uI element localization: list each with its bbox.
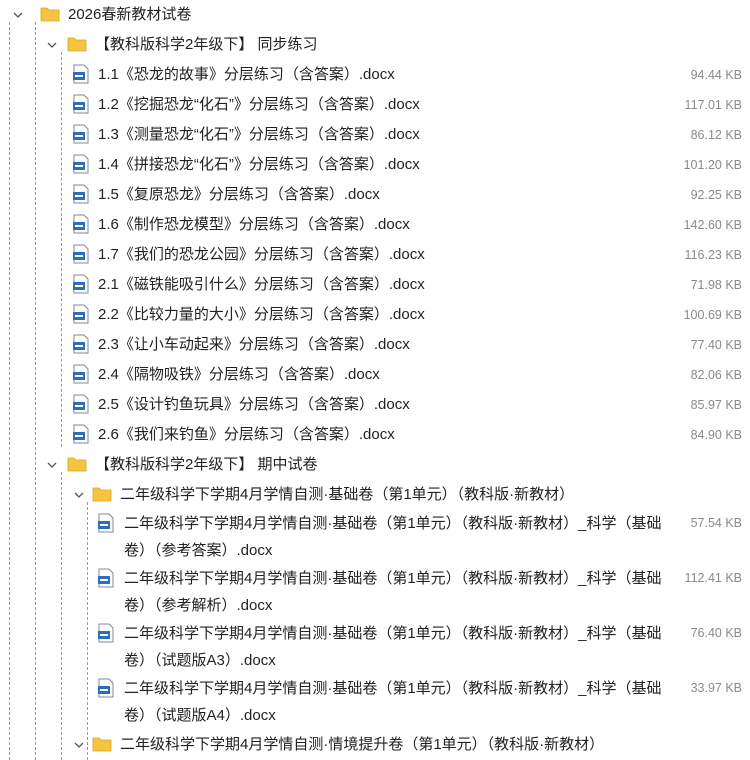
- file-size: 116.23 KB: [684, 248, 742, 262]
- file-name-line2: 卷）（参考解析）.docx: [124, 597, 273, 614]
- file-name-line1: 二年级科学下学期4月学情自测·基础卷（第1单元）（教科版·新教材）_科学（基础: [124, 625, 662, 642]
- word-doc-icon: [72, 334, 90, 354]
- tree-node-label: 二年级科学下学期4月学情自测·情境提升卷（第1单元）（教科版·新教材）: [120, 736, 605, 753]
- file-row[interactable]: 1.3《测量恐龙“化石”》分层练习（含答案）.docx 86.12 KB: [0, 120, 750, 150]
- tree-node-root[interactable]: 2026春新教材试卷: [0, 0, 750, 30]
- tree-node-folder-sync[interactable]: 【教科版科学2年级下】 同步练习: [0, 30, 750, 60]
- word-doc-icon: [72, 394, 90, 414]
- file-name: 2.4《隔物吸铁》分层练习（含答案）.docx: [98, 366, 380, 383]
- word-doc-icon: [72, 214, 90, 234]
- file-size: 85.97 KB: [690, 398, 742, 412]
- file-name: 1.1《恐龙的故事》分层练习（含答案）.docx: [98, 66, 395, 83]
- chevron-down-icon[interactable]: [73, 489, 85, 501]
- folder-icon: [92, 736, 112, 752]
- chevron-down-icon[interactable]: [46, 39, 58, 51]
- word-doc-icon: [72, 94, 90, 114]
- word-doc-icon: [72, 244, 90, 264]
- file-name: 二年级科学下学期4月学情自测·基础卷（第1单元）（教科版·新教材）_科学（基础卷…: [124, 620, 669, 674]
- file-name: 2.3《让小车动起来》分层练习（含答案）.docx: [98, 336, 410, 353]
- file-size: 117.01 KB: [684, 98, 742, 112]
- word-doc-icon: [72, 274, 90, 294]
- folder-icon: [67, 36, 87, 52]
- file-size: 33.97 KB: [690, 681, 742, 695]
- file-row[interactable]: 2.4《隔物吸铁》分层练习（含答案）.docx 82.06 KB: [0, 360, 750, 390]
- file-size: 77.40 KB: [690, 338, 742, 352]
- file-size: 92.25 KB: [690, 188, 742, 202]
- word-doc-icon: [72, 184, 90, 204]
- file-name-line2: 卷）（参考答案）.docx: [124, 542, 273, 559]
- file-size: 86.12 KB: [690, 128, 742, 142]
- file-name-line2: 卷）（试题版A3）.docx: [124, 652, 276, 669]
- file-name: 2.1《磁铁能吸引什么》分层练习（含答案）.docx: [98, 276, 425, 293]
- file-name-line1: 二年级科学下学期4月学情自测·基础卷（第1单元）（教科版·新教材）_科学（基础: [124, 515, 662, 532]
- file-name: 1.3《测量恐龙“化石”》分层练习（含答案）.docx: [98, 126, 420, 143]
- file-row[interactable]: 2.1《磁铁能吸引什么》分层练习（含答案）.docx 71.98 KB: [0, 270, 750, 300]
- file-row[interactable]: 2.5《设计钓鱼玩具》分层练习（含答案）.docx 85.97 KB: [0, 390, 750, 420]
- file-row[interactable]: 二年级科学下学期4月学情自测·基础卷（第1单元）（教科版·新教材）_科学（基础卷…: [0, 675, 750, 730]
- chevron-down-icon[interactable]: [73, 739, 85, 751]
- file-size: 112.41 KB: [684, 571, 742, 585]
- file-size: 71.98 KB: [690, 278, 742, 292]
- file-row[interactable]: 1.5《复原恐龙》分层练习（含答案）.docx 92.25 KB: [0, 180, 750, 210]
- file-size: 84.90 KB: [690, 428, 742, 442]
- word-doc-icon: [72, 154, 90, 174]
- tree-node-folder-midterm[interactable]: 【教科版科学2年级下】 期中试卷: [0, 450, 750, 480]
- file-size: 94.44 KB: [690, 68, 742, 82]
- file-name: 2.5《设计钓鱼玩具》分层练习（含答案）.docx: [98, 396, 410, 413]
- folder-icon: [92, 486, 112, 502]
- word-doc-icon: [72, 424, 90, 444]
- tree-node-label: 二年级科学下学期4月学情自测·基础卷（第1单元）（教科版·新教材）: [120, 486, 575, 503]
- tree-node-subfolder-context[interactable]: 二年级科学下学期4月学情自测·情境提升卷（第1单元）（教科版·新教材）: [0, 730, 750, 760]
- file-name-line1: 二年级科学下学期4月学情自测·基础卷（第1单元）（教科版·新教材）_科学（基础: [124, 570, 662, 587]
- file-size: 82.06 KB: [690, 368, 742, 382]
- file-row[interactable]: 1.7《我们的恐龙公园》分层练习（含答案）.docx 116.23 KB: [0, 240, 750, 270]
- file-size: 57.54 KB: [690, 516, 742, 530]
- folder-icon: [40, 6, 60, 22]
- file-name: 2.6《我们来钓鱼》分层练习（含答案）.docx: [98, 426, 395, 443]
- file-row[interactable]: 1.1《恐龙的故事》分层练习（含答案）.docx 94.44 KB: [0, 60, 750, 90]
- word-doc-icon: [72, 364, 90, 384]
- file-name: 1.4《拼接恐龙“化石”》分层练习（含答案）.docx: [98, 156, 420, 173]
- file-name: 二年级科学下学期4月学情自测·基础卷（第1单元）（教科版·新教材）_科学（基础卷…: [124, 675, 669, 729]
- file-row[interactable]: 2.2《比较力量的大小》分层练习（含答案）.docx 100.69 KB: [0, 300, 750, 330]
- file-row[interactable]: 2.3《让小车动起来》分层练习（含答案）.docx 77.40 KB: [0, 330, 750, 360]
- word-doc-icon: [72, 64, 90, 84]
- file-size: 76.40 KB: [690, 626, 742, 640]
- word-doc-icon: [97, 513, 115, 533]
- file-size: 142.60 KB: [683, 218, 742, 232]
- tree-node-subfolder-basic[interactable]: 二年级科学下学期4月学情自测·基础卷（第1单元）（教科版·新教材）: [0, 480, 750, 510]
- word-doc-icon: [97, 623, 115, 643]
- chevron-down-icon[interactable]: [12, 9, 24, 21]
- file-size: 100.69 KB: [683, 308, 742, 322]
- file-name: 二年级科学下学期4月学情自测·基础卷（第1单元）（教科版·新教材）_科学（基础卷…: [124, 510, 669, 564]
- word-doc-icon: [97, 678, 115, 698]
- file-row[interactable]: 二年级科学下学期4月学情自测·基础卷（第1单元）（教科版·新教材）_科学（基础卷…: [0, 620, 750, 675]
- word-doc-icon: [97, 568, 115, 588]
- file-row[interactable]: 2.6《我们来钓鱼》分层练习（含答案）.docx 84.90 KB: [0, 420, 750, 450]
- file-row[interactable]: 1.6《制作恐龙模型》分层练习（含答案）.docx 142.60 KB: [0, 210, 750, 240]
- file-row[interactable]: 二年级科学下学期4月学情自测·基础卷（第1单元）（教科版·新教材）_科学（基础卷…: [0, 565, 750, 620]
- tree-node-label: 【教科版科学2年级下】 期中试卷: [95, 456, 318, 473]
- file-row[interactable]: 1.2《挖掘恐龙“化石”》分层练习（含答案）.docx 117.01 KB: [0, 90, 750, 120]
- word-doc-icon: [72, 124, 90, 144]
- chevron-down-icon[interactable]: [46, 459, 58, 471]
- file-size: 101.20 KB: [683, 158, 742, 172]
- word-doc-icon: [72, 304, 90, 324]
- file-row[interactable]: 二年级科学下学期4月学情自测·基础卷（第1单元）（教科版·新教材）_科学（基础卷…: [0, 510, 750, 565]
- file-name: 1.7《我们的恐龙公园》分层练习（含答案）.docx: [98, 246, 425, 263]
- file-name: 1.6《制作恐龙模型》分层练习（含答案）.docx: [98, 216, 410, 233]
- file-name-line2: 卷）（试题版A4）.docx: [124, 707, 276, 724]
- file-name-line1: 二年级科学下学期4月学情自测·基础卷（第1单元）（教科版·新教材）_科学（基础: [124, 680, 662, 697]
- tree-node-label: 2026春新教材试卷: [68, 6, 192, 23]
- file-name: 1.5《复原恐龙》分层练习（含答案）.docx: [98, 186, 380, 203]
- file-name: 2.2《比较力量的大小》分层练习（含答案）.docx: [98, 306, 425, 323]
- tree-node-label: 【教科版科学2年级下】 同步练习: [95, 36, 318, 53]
- folder-icon: [67, 456, 87, 472]
- file-name: 1.2《挖掘恐龙“化石”》分层练习（含答案）.docx: [98, 96, 420, 113]
- file-name: 二年级科学下学期4月学情自测·基础卷（第1单元）（教科版·新教材）_科学（基础卷…: [124, 565, 669, 619]
- file-row[interactable]: 1.4《拼接恐龙“化石”》分层练习（含答案）.docx 101.20 KB: [0, 150, 750, 180]
